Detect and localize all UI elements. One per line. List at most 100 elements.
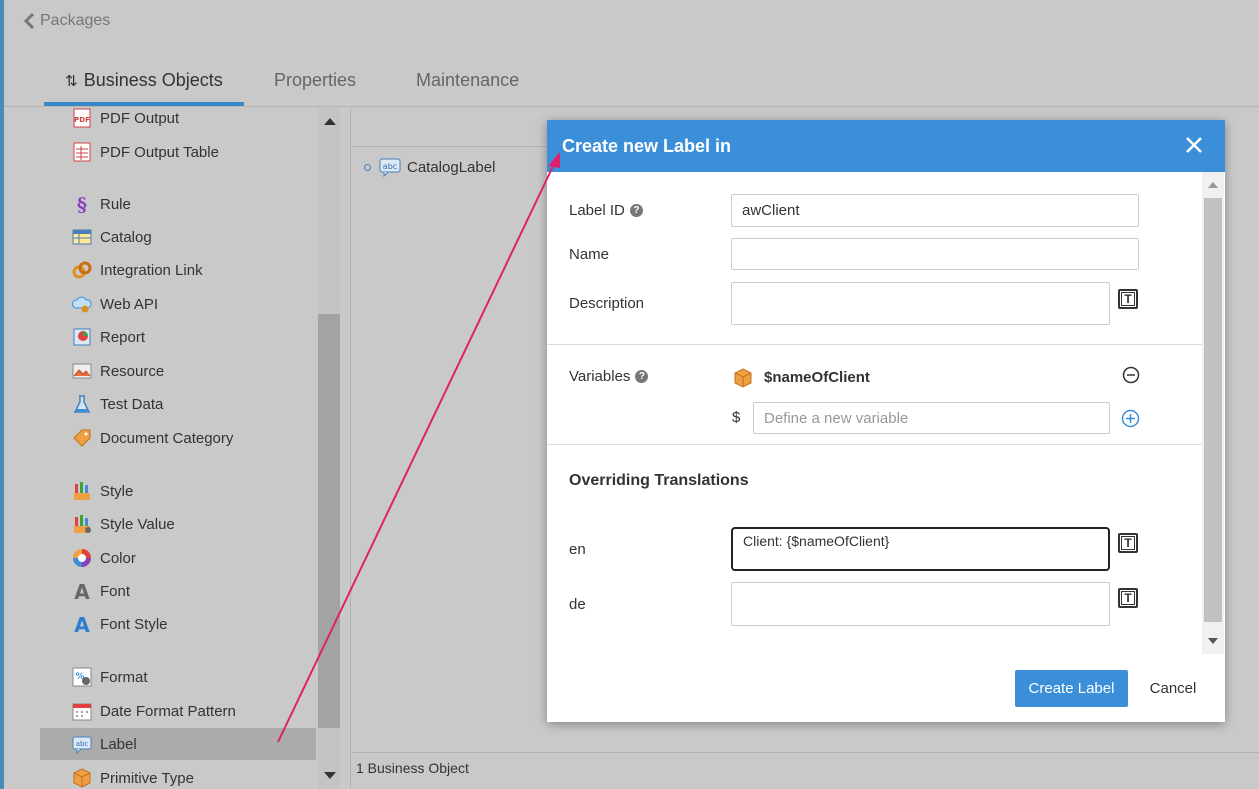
format-icon: % [72, 667, 92, 687]
tab-business-objects[interactable]: ⇅ Business Objects [44, 58, 244, 106]
tree-item-catalog-label[interactable]: abc CatalogLabel [364, 157, 495, 177]
name-label: Name [569, 246, 610, 263]
sidebar-scroll-thumb[interactable] [318, 314, 340, 728]
sidebar-item-document-category[interactable]: Document Category [40, 422, 316, 454]
back-button[interactable]: Packages [22, 12, 110, 30]
text-format-icon: T [1121, 591, 1135, 605]
sidebar-item-rule[interactable]: § Rule [40, 188, 316, 220]
scroll-down-icon[interactable] [1208, 638, 1218, 644]
name-input[interactable] [731, 238, 1139, 270]
object-type-sidebar: PDF PDF Output PDF Output Table § Rule C… [40, 108, 318, 789]
create-label-dialog: Create new Label in Label ID? awClient N… [547, 120, 1225, 722]
remove-variable-icon[interactable] [1122, 366, 1140, 384]
text-editor-button[interactable]: T [1118, 588, 1138, 608]
sidebar-item-label: PDF Output Table [100, 143, 219, 161]
label-id-input[interactable]: awClient [731, 194, 1139, 227]
sidebar-item-report[interactable]: Report [40, 321, 316, 353]
style-icon [72, 481, 92, 501]
pdf-icon: PDF [72, 108, 92, 128]
help-icon[interactable]: ? [635, 370, 649, 383]
sidebar-item-format[interactable]: % Format [40, 661, 316, 693]
header-divider [4, 106, 1259, 107]
label-icon: abc [379, 157, 401, 177]
sidebar-item-font-style[interactable]: A Font Style [40, 608, 316, 640]
report-icon [72, 327, 92, 347]
new-variable-input[interactable]: Define a new variable [753, 402, 1110, 434]
sidebar-item-color[interactable]: Color [40, 542, 316, 574]
svg-text:abc: abc [76, 740, 89, 748]
primitive-type-icon [72, 768, 92, 788]
section-divider [547, 344, 1202, 345]
tab-label: Business Objects [83, 70, 223, 90]
svg-text:§: § [77, 194, 87, 214]
description-input[interactable] [731, 282, 1110, 325]
sidebar-item-date-format-pattern[interactable]: Date Format Pattern [40, 695, 316, 727]
sidebar-item-label: Document Category [100, 429, 234, 447]
sidebar-item-catalog[interactable]: Catalog [40, 221, 316, 253]
svg-text:A: A [74, 614, 90, 634]
text-editor-button[interactable]: T [1118, 289, 1138, 309]
dialog-scrollbar[interactable] [1202, 172, 1224, 654]
translation-de-input[interactable] [731, 582, 1110, 626]
primitive-type-icon [733, 368, 753, 388]
sidebar-item-web-api[interactable]: Web API [40, 288, 316, 320]
integration-link-icon [72, 260, 92, 280]
sidebar-item-label: Report [100, 328, 146, 346]
sync-icon: ⇅ [65, 73, 78, 90]
test-data-icon [72, 394, 92, 414]
text-editor-button[interactable]: T [1118, 533, 1138, 553]
section-divider [547, 444, 1202, 445]
field-label: Label ID [569, 202, 625, 219]
sidebar-item-label-type[interactable]: abc Label [40, 728, 316, 760]
sidebar-item-test-data[interactable]: Test Data [40, 388, 316, 420]
sidebar-item-label: Style [100, 482, 134, 500]
sidebar-item-label: Rule [100, 195, 131, 213]
font-icon: A [72, 581, 92, 601]
label-icon: abc [72, 734, 92, 754]
label-id-label: Label ID? [569, 202, 643, 219]
create-label-button[interactable]: Create Label [1015, 670, 1128, 707]
tab-properties[interactable]: Properties [274, 58, 356, 106]
dialog-header: Create new Label in [547, 120, 1225, 172]
document-category-icon [72, 428, 92, 448]
sidebar-item-label: Primitive Type [100, 769, 194, 787]
sidebar-item-integration-link[interactable]: Integration Link [40, 254, 316, 286]
web-api-icon [72, 294, 92, 314]
tree-node-icon [364, 163, 371, 171]
sidebar-item-label: Test Data [100, 395, 164, 413]
tab-maintenance[interactable]: Maintenance [416, 58, 519, 106]
date-format-icon [72, 701, 92, 721]
add-variable-icon[interactable] [1121, 409, 1140, 428]
sidebar-item-label: Web API [100, 295, 159, 313]
translation-en-input[interactable]: Client: {$nameOfClient} [731, 527, 1110, 571]
variables-label: Variables? [569, 368, 649, 385]
sidebar-item-primitive-type[interactable]: Primitive Type [40, 762, 316, 789]
sidebar-item-pdf-output[interactable]: PDF PDF Output [40, 108, 316, 134]
font-style-icon: A [72, 614, 92, 634]
variable-prefix: $ [732, 409, 741, 426]
scroll-up-icon[interactable] [324, 118, 336, 125]
sidebar-item-font[interactable]: A Font [40, 575, 316, 607]
close-icon[interactable] [1183, 134, 1205, 156]
content-divider [352, 146, 552, 147]
dialog-scroll-thumb[interactable] [1204, 198, 1222, 622]
cancel-button[interactable]: Cancel [1137, 670, 1209, 707]
resource-icon [72, 361, 92, 381]
sidebar-item-style-value[interactable]: Style Value [40, 508, 316, 540]
dialog-title: Create new Label in [562, 136, 732, 156]
sidebar-item-resource[interactable]: Resource [40, 355, 316, 387]
sidebar-scrollbar[interactable] [318, 108, 340, 789]
scroll-down-icon[interactable] [324, 772, 336, 779]
sidebar-item-label: Format [100, 668, 148, 686]
scroll-up-icon[interactable] [1208, 182, 1218, 188]
rule-icon: § [72, 194, 92, 214]
text-format-icon: T [1121, 536, 1135, 550]
color-icon [72, 548, 92, 568]
sidebar-item-pdf-output-table[interactable]: PDF Output Table [40, 136, 316, 168]
help-icon[interactable]: ? [629, 204, 643, 217]
sidebar-item-label: Style Value [100, 515, 175, 533]
sidebar-item-style[interactable]: Style [40, 475, 316, 507]
sidebar-item-label: Resource [100, 362, 165, 380]
variable-name: $nameOfClient [764, 369, 870, 386]
catalog-icon [72, 227, 92, 247]
